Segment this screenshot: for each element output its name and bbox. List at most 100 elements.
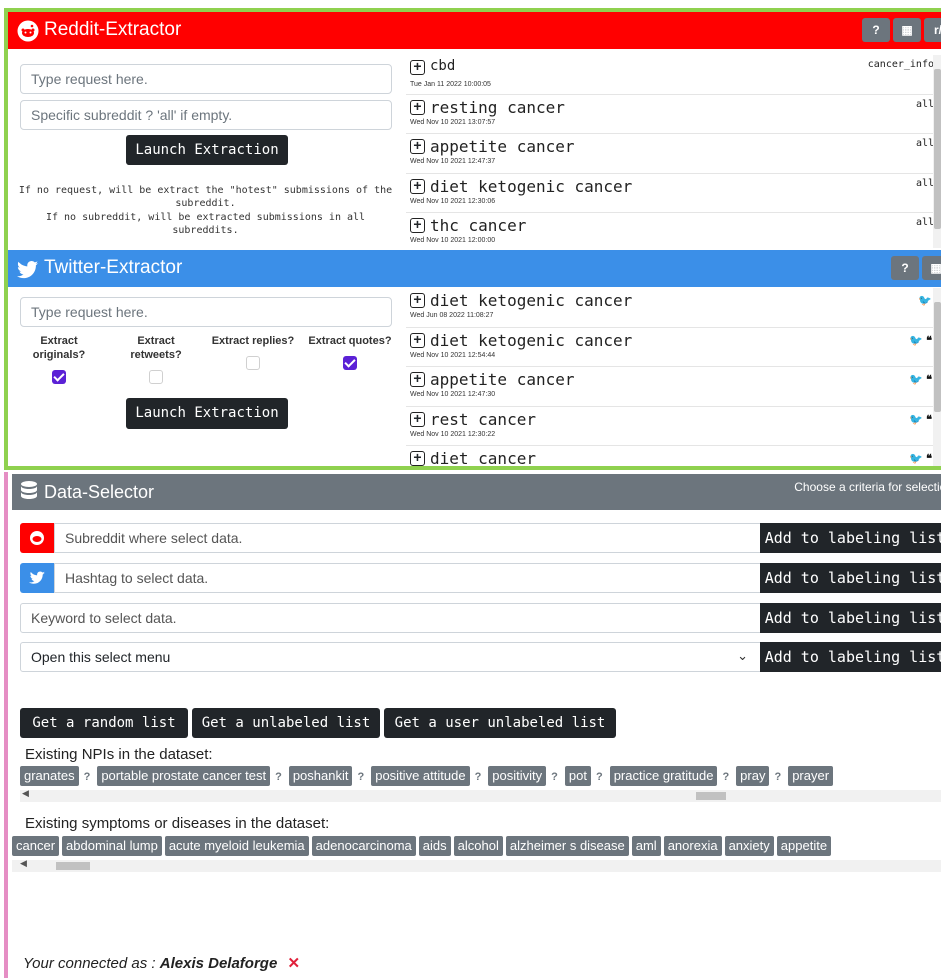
symptom-tag[interactable]: alcohol xyxy=(453,836,503,856)
scrollbar-thumb[interactable] xyxy=(696,792,726,800)
scrollbar-thumb[interactable] xyxy=(934,302,941,412)
help-icon[interactable]: ? xyxy=(354,771,368,783)
npi-tag[interactable]: practice gratitude xyxy=(609,766,718,786)
add-keyword-button[interactable]: Add to labeling list xyxy=(760,603,941,633)
reddit-icon xyxy=(20,523,54,553)
add-subreddit-button[interactable]: Add to labeling list xyxy=(760,523,941,553)
checkbox-originals[interactable]: Extract originals? xyxy=(14,334,104,384)
help-icon[interactable]: ? xyxy=(771,771,785,783)
checkbox-quotes[interactable]: Extract quotes? xyxy=(305,334,395,370)
checkbox-box[interactable] xyxy=(149,370,163,384)
scroll-left-icon[interactable]: ◀ xyxy=(20,858,27,869)
reddit-sort-subreddit-button[interactable]: r/ xyxy=(924,18,941,42)
logout-icon[interactable]: ✕ xyxy=(287,955,300,972)
symptom-tag[interactable]: adenocarcinoma xyxy=(311,836,416,856)
symptom-tag[interactable]: acute myeloid leukemia xyxy=(164,836,309,856)
subreddit-select-input[interactable]: Subreddit where select data. xyxy=(54,523,761,553)
expand-icon[interactable]: + xyxy=(410,332,425,348)
npi-tag[interactable]: granates xyxy=(20,766,79,786)
npi-tag[interactable]: poshankit xyxy=(288,766,353,786)
symptom-tag[interactable]: anxiety xyxy=(724,836,774,856)
checkbox-label: Extract quotes? xyxy=(308,335,392,347)
twitter-feed-scrollbar[interactable] xyxy=(933,288,941,466)
check-icon[interactable] xyxy=(52,370,66,384)
npis-scrollbar[interactable]: ◀ ▶ xyxy=(20,788,941,802)
symptom-tag[interactable]: aids xyxy=(418,836,451,856)
random-list-button[interactable]: Get a random list xyxy=(20,708,188,738)
sort-help-icon: ? xyxy=(901,261,909,275)
checkbox-retweets[interactable]: Extract retweets? xyxy=(111,334,201,384)
checkbox-box[interactable] xyxy=(246,356,260,370)
twitter-feed[interactable]: + diet ketogenic cancer Wed Jun 08 2022 … xyxy=(406,288,941,466)
symptom-tag[interactable]: cancer xyxy=(12,836,60,856)
npi-tag[interactable]: pray xyxy=(736,766,770,786)
expand-icon[interactable]: + xyxy=(410,178,425,194)
npi-tag[interactable]: positivity xyxy=(488,766,547,786)
help-icon[interactable]: ? xyxy=(548,771,561,783)
add-hashtag-button[interactable]: Add to labeling list xyxy=(760,563,941,593)
help-icon[interactable]: ? xyxy=(592,771,606,783)
list-item[interactable]: + diet ketogenic cancer Wed Jun 08 2022 … xyxy=(406,288,941,328)
expand-icon[interactable]: + xyxy=(410,411,425,427)
npi-tag[interactable]: positive attitude xyxy=(371,766,470,786)
help-icon[interactable]: ? xyxy=(80,771,94,783)
feed-item-title: resting cancer xyxy=(430,97,565,117)
keyword-select-input[interactable]: Keyword to select data. xyxy=(20,603,761,633)
list-item[interactable]: + appetite cancer Wed Nov 10 2021 12:47:… xyxy=(406,367,941,407)
checkbox-replies[interactable]: Extract replies? xyxy=(208,334,298,370)
list-item[interactable]: + thc cancer Wed Nov 10 2021 12:00:00 al… xyxy=(406,213,941,248)
symptom-tag[interactable]: aml xyxy=(631,836,661,856)
feed-item-title: diet ketogenic cancer xyxy=(430,176,633,196)
expand-icon[interactable]: + xyxy=(410,292,425,308)
npis-tag-list[interactable]: granates? portable prostate cancer test? p… xyxy=(20,766,941,788)
symptom-tag[interactable]: anorexia xyxy=(663,836,722,856)
list-item[interactable]: + diet ketogenic cancer Wed Nov 10 2021 … xyxy=(406,328,941,367)
reddit-logo-icon xyxy=(17,20,39,42)
expand-icon[interactable]: + xyxy=(410,450,425,466)
criteria-select[interactable]: Open this select menu ⌄ xyxy=(20,642,761,672)
help-icon[interactable]: ? xyxy=(272,771,285,783)
reddit-subreddit-input[interactable]: Specific subreddit ? 'all' if empty. xyxy=(20,100,392,130)
expand-icon[interactable]: + xyxy=(410,59,425,75)
symptom-tag[interactable]: alzheimer s disease xyxy=(505,836,629,856)
hashtag-select-input[interactable]: Hashtag to select data. xyxy=(54,563,761,593)
scrollbar-thumb[interactable] xyxy=(56,862,90,870)
twitter-sort-help-button[interactable]: ? xyxy=(891,256,919,280)
check-icon[interactable] xyxy=(343,356,357,370)
expand-icon[interactable]: + xyxy=(410,138,425,154)
twitter-request-input[interactable]: Type request here. xyxy=(20,297,392,327)
symptom-tag[interactable]: appetite xyxy=(776,836,832,856)
twitter-sort-date-button[interactable]: ▦ xyxy=(922,256,941,280)
list-item[interactable]: + rest cancer Wed Nov 10 2021 12:30:22 🐦… xyxy=(406,407,941,446)
help-icon[interactable]: ? xyxy=(471,771,485,783)
symptoms-tag-list[interactable]: cancer abdominal lump acute myeloid leukem… xyxy=(12,836,941,858)
list-item[interactable]: + appetite cancer Wed Nov 10 2021 12:47:… xyxy=(406,134,941,174)
expand-icon[interactable]: + xyxy=(410,217,425,233)
npi-tag[interactable]: prayer xyxy=(788,766,834,786)
expand-icon[interactable]: + xyxy=(410,371,425,387)
symptoms-scrollbar[interactable]: ◀ xyxy=(12,858,941,872)
npi-tag[interactable]: pot xyxy=(564,766,591,786)
reddit-feed[interactable]: + cbd Tue Jan 11 2022 10:00:05 cancer_in… xyxy=(406,55,941,248)
tweet-type-icons: 🐦 ❝ xyxy=(909,413,932,426)
user-unlabeled-list-button[interactable]: Get a user unlabeled list xyxy=(384,708,616,738)
help-icon[interactable]: ? xyxy=(719,771,733,783)
list-item[interactable]: + cbd Tue Jan 11 2022 10:00:05 cancer_in… xyxy=(406,55,941,95)
add-select-button[interactable]: Add to labeling list xyxy=(760,642,941,672)
list-item[interactable]: + diet ketogenic cancer Wed Nov 10 2021 … xyxy=(406,174,941,213)
npi-tag[interactable]: portable prostate cancer test xyxy=(97,766,271,786)
scrollbar-thumb[interactable] xyxy=(934,69,941,229)
reddit-request-input[interactable]: Type request here. xyxy=(20,64,392,94)
reddit-sort-help-button[interactable]: ? xyxy=(862,18,890,42)
scroll-left-icon[interactable]: ◀ xyxy=(22,788,29,799)
unlabeled-list-button[interactable]: Get a unlabeled list xyxy=(192,708,380,738)
reddit-feed-scrollbar[interactable] xyxy=(933,55,941,248)
list-item[interactable]: + resting cancer Wed Nov 10 2021 13:07:5… xyxy=(406,95,941,134)
reddit-sort-date-button[interactable]: ▦ xyxy=(893,18,921,42)
twitter-launch-button[interactable]: Launch Extraction xyxy=(126,398,288,429)
symptom-tag[interactable]: abdominal lump xyxy=(62,836,162,856)
list-item[interactable]: + diet cancer 🐦 ❝ xyxy=(406,446,941,466)
expand-icon[interactable]: + xyxy=(410,99,425,115)
reddit-launch-button[interactable]: Launch Extraction xyxy=(126,135,288,165)
tweet-type-icons: 🐦 ❝ xyxy=(909,453,932,465)
